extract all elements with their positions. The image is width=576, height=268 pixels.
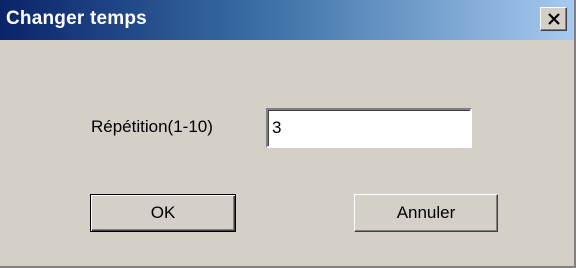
repetition-label: Répétition(1-10) <box>91 117 213 136</box>
repetition-input[interactable] <box>266 108 472 148</box>
cancel-button[interactable]: Annuler <box>354 194 498 232</box>
close-icon <box>548 13 560 25</box>
title-bar[interactable]: Changer temps <box>0 0 574 40</box>
close-button[interactable] <box>540 7 567 31</box>
ok-button[interactable]: OK <box>90 194 236 232</box>
change-time-dialog: Changer temps Répétition(1-10) OK Annule… <box>0 0 576 268</box>
window-title: Changer temps <box>6 8 147 29</box>
